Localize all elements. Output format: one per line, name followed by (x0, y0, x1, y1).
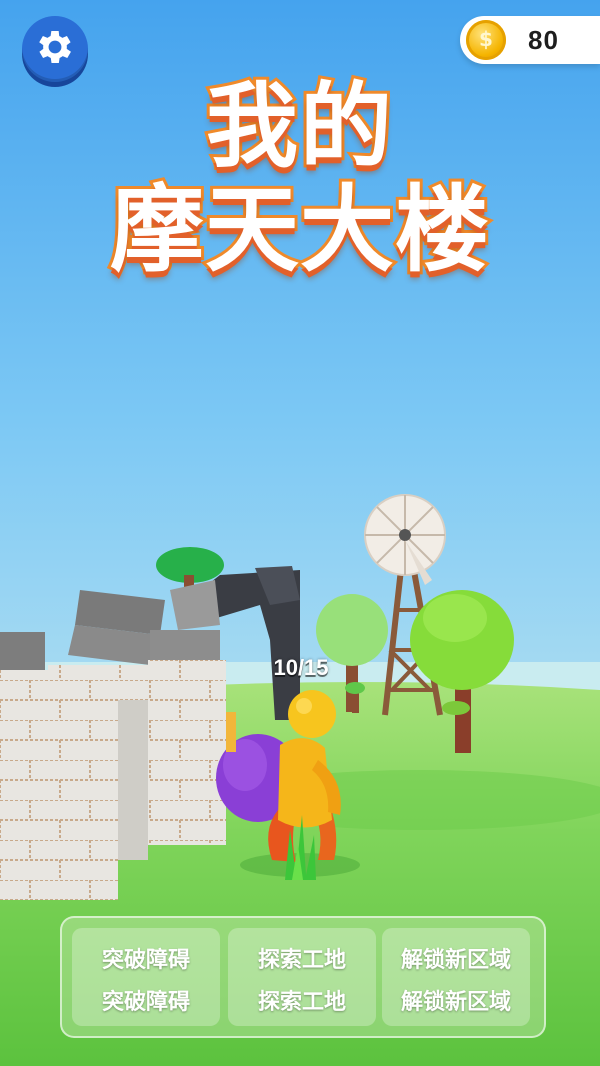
feature-tag-text: 探索工地 (257, 948, 346, 973)
wooden-post (226, 712, 236, 752)
feature-tags-panel: 突破障碍 突破障碍 探索工地 探索工地 解锁新区域 解锁新区域 (60, 916, 546, 1038)
feature-tag-explore: 探索工地 探索工地 (228, 928, 376, 1026)
coin-symbol: $ (479, 27, 493, 51)
game-title-line2: 摩天大楼 (107, 173, 492, 288)
feature-tag-text: 探索工地 (257, 990, 346, 1015)
feature-tag-unlock: 解锁新区域 解锁新区域 (382, 928, 530, 1026)
feature-tag-text: 突破障碍 (101, 948, 190, 973)
feature-tag-text: 解锁新区域 (400, 948, 511, 973)
feature-tag-breakthrough: 突破障碍 突破障碍 (72, 928, 220, 1026)
feature-tag-text: 突破障碍 (101, 990, 190, 1015)
carry-progress-label: 10/15 (273, 655, 329, 680)
feature-tag-text: 解锁新区域 (400, 990, 511, 1015)
